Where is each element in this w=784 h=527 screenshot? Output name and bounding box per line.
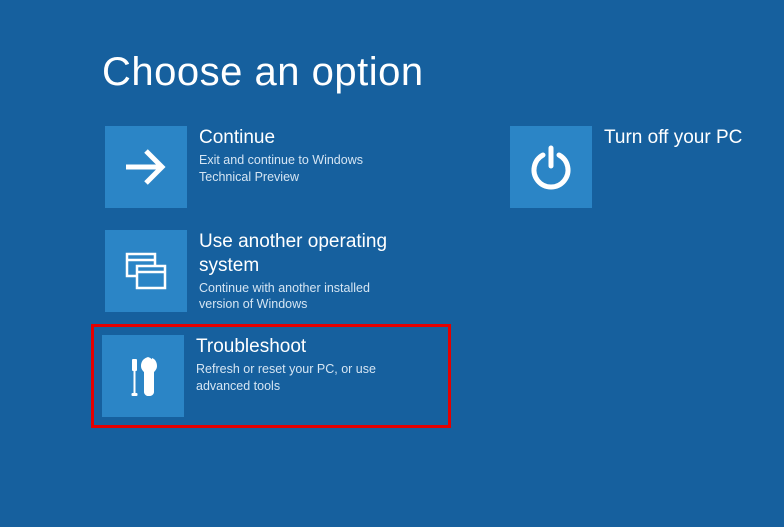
continue-title: Continue (199, 126, 409, 150)
troubleshoot-title: Troubleshoot (196, 335, 406, 359)
use-another-os-title: Use another operating system (199, 230, 409, 278)
tools-icon (102, 335, 184, 417)
options-grid: Continue Exit and continue to Windows Te… (102, 123, 784, 428)
continue-desc: Exit and continue to Windows Technical P… (199, 152, 409, 186)
troubleshoot-option[interactable]: Troubleshoot Refresh or reset your PC, o… (91, 324, 451, 428)
continue-option[interactable]: Continue Exit and continue to Windows Te… (102, 123, 414, 211)
power-icon (510, 126, 592, 208)
arrow-right-icon (105, 126, 187, 208)
use-another-os-option[interactable]: Use another operating system Continue wi… (102, 227, 414, 316)
options-column-right: Turn off your PC (507, 123, 784, 428)
options-column-left: Continue Exit and continue to Windows Te… (102, 123, 451, 428)
turn-off-title: Turn off your PC (604, 126, 742, 150)
troubleshoot-desc: Refresh or reset your PC, or use advance… (196, 361, 406, 395)
use-another-os-desc: Continue with another installed version … (199, 280, 409, 314)
turn-off-option[interactable]: Turn off your PC (507, 123, 784, 211)
windows-stack-icon (105, 230, 187, 312)
page-title: Choose an option (102, 50, 784, 95)
